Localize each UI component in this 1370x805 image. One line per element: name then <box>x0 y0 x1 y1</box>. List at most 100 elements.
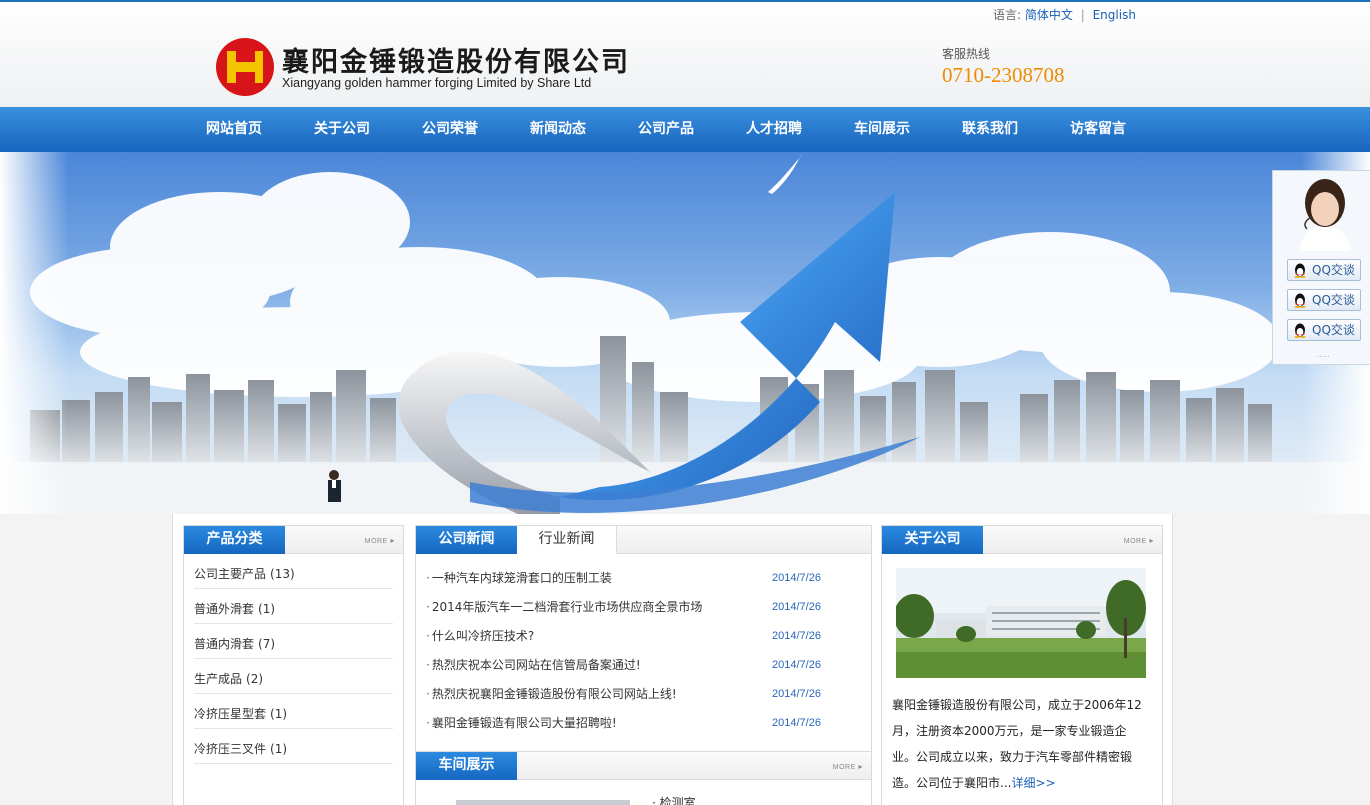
lang-english-link[interactable]: English <box>1093 8 1136 22</box>
nav-item-1[interactable]: 关于公司 <box>288 107 396 152</box>
news-date: 2014/7/26 <box>772 688 821 700</box>
product-category-item[interactable]: 普通内滑套 (7) <box>194 624 393 659</box>
product-category-count: (1) <box>258 602 276 616</box>
news-date: 2014/7/26 <box>772 572 821 584</box>
product-category-box: 产品分类 MORE 公司主要产品(13)普通外滑套(1)普通内滑套(7)生产成品… <box>183 525 404 805</box>
qq-chat-button-3[interactable]: QQ交谈 <box>1287 319 1361 341</box>
qq-chat-label: QQ交谈 <box>1312 293 1355 307</box>
news-item[interactable]: · 一种汽车内球笼滑套口的压制工装 2014/7/26 <box>426 564 859 593</box>
qq-service-panel: QQ交谈 QQ交谈 QQ交谈 ..... <box>1272 170 1370 365</box>
news-title: 什么叫冷挤压技术? <box>431 629 535 643</box>
workshop-item-label: 检测室 <box>659 796 696 805</box>
news-title: 热烈庆祝襄阳金锤锻造股份有限公司网站上线! <box>431 687 677 701</box>
nav-item-2[interactable]: 公司荣誉 <box>396 107 504 152</box>
news-item[interactable]: · 什么叫冷挤压技术? 2014/7/26 <box>426 622 859 651</box>
tab-industry-news[interactable]: 行业新闻 <box>517 526 617 554</box>
qq-chat-label: QQ交谈 <box>1312 263 1355 277</box>
workshop-item-title[interactable]: · 检测室 <box>652 794 696 805</box>
nav-item-0[interactable]: 网站首页 <box>180 107 288 152</box>
workshop-header: 车间展示 MORE <box>416 752 871 780</box>
site-header: 语言: 简体中文 | English 襄阳金锤锻造股份有限公司 Xiangyan… <box>0 0 1370 107</box>
product-category-name: 普通内滑套 <box>194 637 255 651</box>
product-category-count: (1) <box>270 742 288 756</box>
factory-photo <box>896 568 1146 678</box>
nav-item-6[interactable]: 车间展示 <box>828 107 936 152</box>
news-date: 2014/7/26 <box>772 630 821 642</box>
news-date: 2014/7/26 <box>772 601 821 613</box>
nav-item-3[interactable]: 新闻动态 <box>504 107 612 152</box>
product-category-count: (13) <box>270 567 295 581</box>
main-nav-list: 网站首页 关于公司 公司荣誉 新闻动态 公司产品 人才招聘 车间展示 联系我们 访客留言 <box>180 107 1152 152</box>
about-description: 襄阳金锤锻造股份有限公司，成立于2006年12月，注册资本2000万元，是一家专… <box>892 692 1150 796</box>
news-date: 2014/7/26 <box>772 659 821 671</box>
news-bullet: · <box>426 600 430 614</box>
news-item[interactable]: · 热烈庆祝襄阳金锤锻造股份有限公司网站上线! 2014/7/26 <box>426 680 859 709</box>
nav-item-7[interactable]: 联系我们 <box>936 107 1044 152</box>
top-accent-line <box>0 0 1370 2</box>
news-header: 公司新闻 行业新闻 <box>416 526 871 554</box>
news-item[interactable]: · 襄阳金锤锻造有限公司大量招聘啦! 2014/7/26 <box>426 709 859 738</box>
nav-item-8[interactable]: 访客留言 <box>1044 107 1152 152</box>
hotline-number: 0710-2308708 <box>942 63 1065 87</box>
about-more-link[interactable]: MORE <box>1124 536 1154 545</box>
qq-chat-button-2[interactable]: QQ交谈 <box>1287 289 1361 311</box>
customer-service-avatar-icon <box>1299 179 1351 251</box>
news-item[interactable]: · 2014年版汽车一二档滑套行业市场供应商全景市场 2014/7/26 <box>426 593 859 622</box>
product-more-link[interactable]: MORE <box>365 536 395 545</box>
hotline-label: 客服热线 <box>942 47 991 61</box>
product-category-list: 公司主要产品 (13) 普通外滑套 (1) 普通内滑套 (7) 生产成品 (2) 冷挤压星型套(… <box>184 554 403 764</box>
news-bullet: · <box>426 687 430 701</box>
news-bullet: · <box>426 716 430 730</box>
banner-illustration <box>0 152 1370 514</box>
product-category-title: 产品分类 <box>184 526 285 554</box>
product-category-item[interactable]: 普通外滑套 (1) <box>194 589 393 624</box>
news-bullet: · <box>426 629 430 643</box>
company-name-cn[interactable]: 襄阳金锤锻造股份有限公司 <box>282 40 630 79</box>
news-title: 2014年版汽车一二档滑套行业市场供应商全景市场 <box>431 600 703 614</box>
product-category-count: (2) <box>246 672 264 686</box>
qq-penguin-icon <box>1294 323 1306 338</box>
product-category-item[interactable]: 冷挤压三叉件 (1) <box>194 729 393 764</box>
about-box: 关于公司 MORE 襄阳金锤锻造股份有限公司，成立于2006年12月，注册资本2… <box>881 525 1163 805</box>
product-category-item[interactable]: 公司主要产品 (13) <box>194 554 393 589</box>
qq-chat-label: QQ交谈 <box>1312 323 1355 337</box>
news-list: · 一种汽车内球笼滑套口的压制工装 2014/7/26 · 2014年版汽车一二档滑套行… <box>416 554 871 738</box>
qq-penguin-icon <box>1294 293 1306 308</box>
workshop-box: 车间展示 MORE · 检测室 <box>415 751 872 805</box>
news-title: 一种汽车内球笼滑套口的压制工装 <box>431 571 612 585</box>
workshop-more-link[interactable]: MORE <box>833 762 863 771</box>
product-category-name: 冷挤压星型套 <box>194 707 267 721</box>
news-date: 2014/7/26 <box>772 717 821 729</box>
news-bullet: · <box>426 571 430 585</box>
qq-chat-button-1[interactable]: QQ交谈 <box>1287 259 1361 281</box>
news-bullet: · <box>426 658 430 672</box>
about-detail-link[interactable]: 详细>> <box>1011 776 1055 790</box>
main-nav: 网站首页 关于公司 公司荣誉 新闻动态 公司产品 人才招聘 车间展示 联系我们 访客留言 <box>0 107 1370 152</box>
qq-panel-dots: ..... <box>1317 350 1330 359</box>
product-category-item[interactable]: 生产成品 (2) <box>194 659 393 694</box>
product-category-item[interactable]: 冷挤压星型套 (1) <box>194 694 393 729</box>
company-name-en: Xiangyang golden hammer forging Limited … <box>282 76 592 90</box>
content-area: 产品分类 MORE 公司主要产品(13)普通外滑套(1)普通内滑套(7)生产成品… <box>172 514 1173 805</box>
nav-item-5[interactable]: 人才招聘 <box>720 107 828 152</box>
news-box: 公司新闻 行业新闻 · 一种汽车内球笼滑套口的压制工装 2014/7/26 · 2014… <box>415 525 872 753</box>
language-label: 语言: <box>993 8 1022 22</box>
workshop-title: 车间展示 <box>416 752 517 780</box>
language-switcher: 语言: 简体中文 | English <box>993 6 1136 23</box>
product-category-name: 普通外滑套 <box>194 602 255 616</box>
tab-company-news[interactable]: 公司新闻 <box>416 526 517 554</box>
product-category-name: 冷挤压三叉件 <box>194 742 267 756</box>
product-category-name: 公司主要产品 <box>194 567 267 581</box>
product-category-count: (1) <box>270 707 288 721</box>
news-item[interactable]: · 热烈庆祝本公司网站在信管局备案通过! 2014/7/26 <box>426 651 859 680</box>
company-logo-icon[interactable] <box>215 37 275 97</box>
workshop-thumbnail[interactable] <box>456 800 630 805</box>
hero-banner <box>0 152 1370 514</box>
qq-penguin-icon <box>1294 263 1306 278</box>
about-header: 关于公司 MORE <box>882 526 1162 554</box>
nav-item-4[interactable]: 公司产品 <box>612 107 720 152</box>
lang-chinese-link[interactable]: 简体中文 <box>1025 8 1073 22</box>
news-title: 热烈庆祝本公司网站在信管局备案通过! <box>431 658 641 672</box>
product-category-name: 生产成品 <box>194 672 243 686</box>
product-category-count: (7) <box>258 637 276 651</box>
